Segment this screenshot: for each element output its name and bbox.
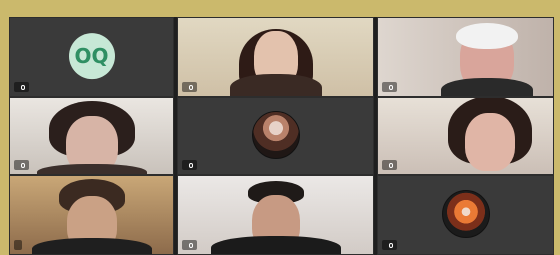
participant-body xyxy=(31,238,152,254)
participant-initials-avatar: OQ xyxy=(68,33,115,80)
participant-photo-avatar xyxy=(251,111,300,160)
participant-body xyxy=(36,164,147,174)
participant-name-chip xyxy=(14,82,29,92)
participant-name-chip xyxy=(382,82,397,92)
participant-tile[interactable] xyxy=(377,97,554,175)
participant-body xyxy=(210,236,341,254)
participant-name-chip xyxy=(182,82,197,92)
participant-name-chip xyxy=(382,240,397,250)
participant-tile[interactable] xyxy=(177,17,374,97)
photo-frame: OQ xyxy=(0,0,560,255)
participant-name-chip xyxy=(182,160,197,170)
mic-off-icon xyxy=(189,162,193,168)
participant-name-chip xyxy=(14,160,29,170)
mic-off-icon xyxy=(21,84,25,90)
participant-body xyxy=(440,78,533,96)
participant-hair xyxy=(455,22,518,49)
participant-tile[interactable] xyxy=(9,97,174,175)
participant-tile[interactable] xyxy=(377,175,554,255)
participant-body xyxy=(229,74,322,96)
mic-off-icon xyxy=(189,84,193,90)
participant-tile[interactable] xyxy=(9,175,174,255)
participant-tile[interactable] xyxy=(177,175,374,255)
mic-off-icon xyxy=(389,242,393,248)
participant-tile[interactable] xyxy=(177,97,374,175)
participant-name-chip xyxy=(382,160,397,170)
participant-name-chip xyxy=(182,240,197,250)
participant-tile[interactable]: OQ xyxy=(9,17,174,97)
video-call-screen: OQ xyxy=(9,17,554,255)
mic-off-icon xyxy=(189,242,193,248)
participant-photo-avatar xyxy=(441,190,490,239)
mic-off-icon xyxy=(21,162,25,168)
participant-face xyxy=(465,113,515,172)
avatar-initials: OQ xyxy=(74,44,109,69)
mic-off-icon xyxy=(389,84,393,90)
mic-off-icon xyxy=(389,162,393,168)
participant-name-chip xyxy=(14,240,22,250)
participant-grid: OQ xyxy=(9,17,554,255)
participant-tile[interactable] xyxy=(377,17,554,97)
